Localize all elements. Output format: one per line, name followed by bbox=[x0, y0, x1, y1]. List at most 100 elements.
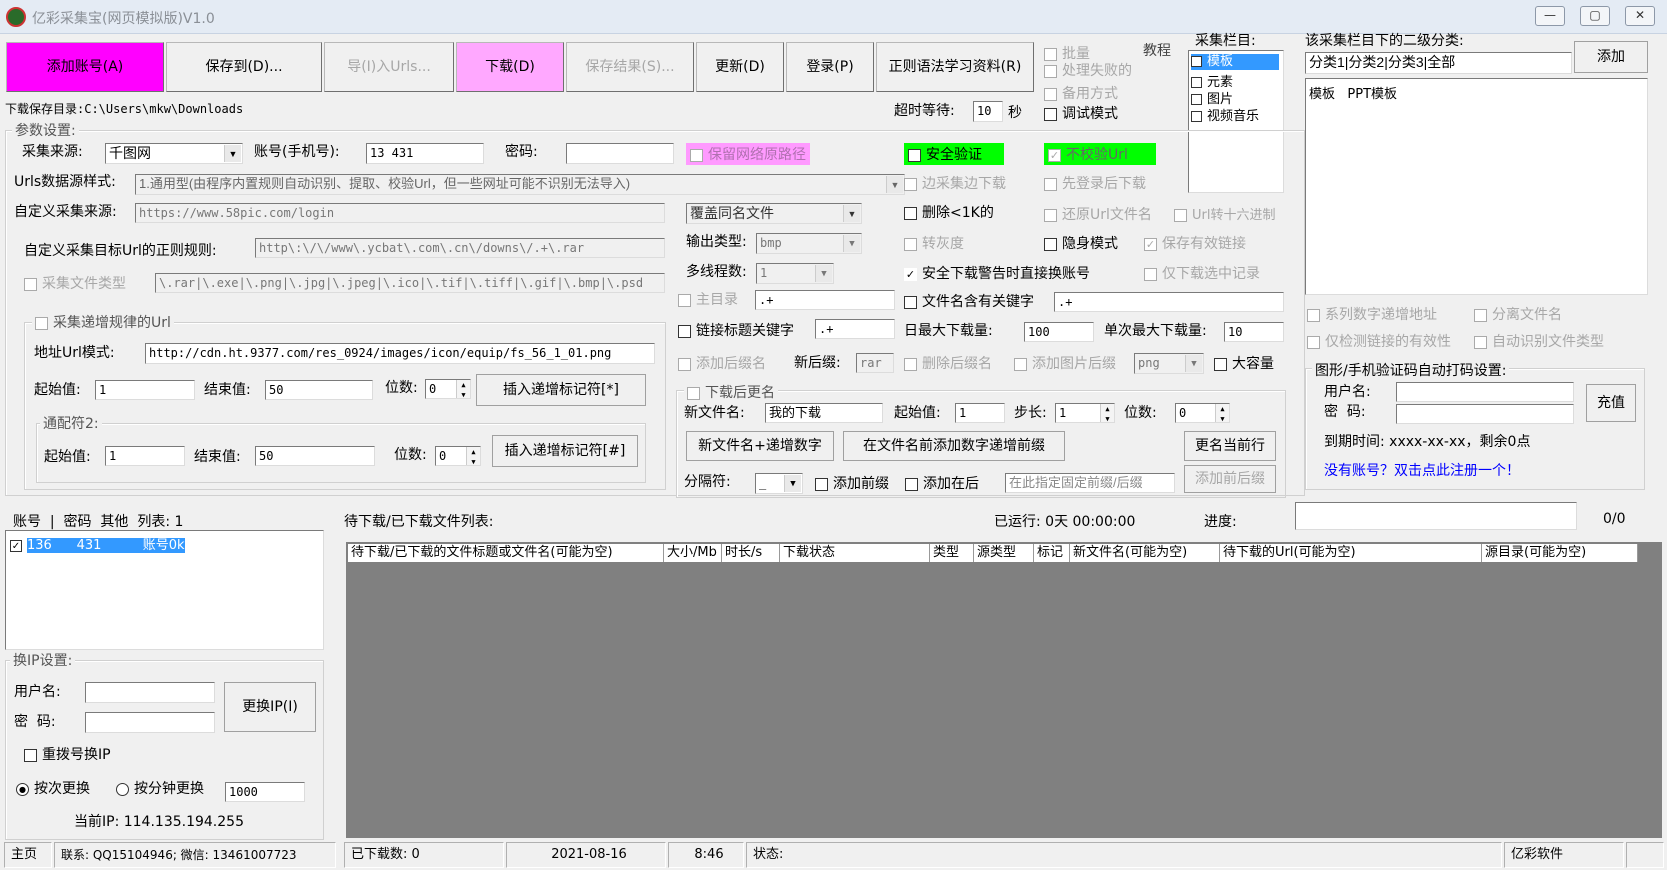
minimize-button[interactable]: — bbox=[1535, 6, 1565, 26]
resize-grip[interactable] bbox=[1626, 842, 1664, 868]
login-button[interactable]: 登录(P) bbox=[786, 42, 874, 92]
keep-path-option[interactable]: 保留网络原路径 bbox=[686, 143, 810, 165]
account-input[interactable]: 13 431 bbox=[366, 143, 484, 164]
file-grid[interactable]: 待下载/已下载的文件标题或文件名(可能为空) 大小/Mb 时长/s 下载状态 类… bbox=[346, 542, 1662, 838]
file-type-input[interactable]: \.rar|\.exe|\.png|\.jpg|\.jpeg|\.ico|\.t… bbox=[155, 273, 665, 293]
stealth-option[interactable]: 隐身模式 bbox=[1044, 233, 1118, 253]
check-icon[interactable]: ✓ bbox=[10, 539, 22, 552]
import-urls-button[interactable]: 导(I)入Urls... bbox=[324, 42, 454, 92]
rename-digits-stepper[interactable]: 0 ▲ ▼ bbox=[1175, 403, 1230, 423]
end2-input[interactable]: 50 bbox=[255, 446, 375, 466]
custom-source-input[interactable]: https://www.58pic.com/login bbox=[135, 203, 665, 223]
col-source-dir[interactable]: 源目录(可能为空) bbox=[1482, 544, 1638, 562]
regex-docs-button[interactable]: 正则语法学习资料(R) bbox=[876, 42, 1034, 92]
separator-select[interactable]: _ ▼ bbox=[755, 473, 803, 494]
tutorial-link[interactable]: 教程 bbox=[1143, 40, 1171, 60]
subcategory-add-button[interactable]: 添加 bbox=[1574, 41, 1648, 73]
save-result-button[interactable]: 保存结果(S)... bbox=[566, 42, 694, 92]
col-duration[interactable]: 时长/s bbox=[722, 544, 780, 562]
source-select[interactable]: 千图网 ▼ bbox=[105, 143, 243, 164]
category-item-template[interactable]: ✓ 模板 bbox=[1191, 54, 1279, 70]
col-source-type[interactable]: 源类型 bbox=[974, 544, 1034, 562]
threads-select[interactable]: 1 ▼ bbox=[756, 263, 834, 284]
col-type[interactable]: 类型 bbox=[930, 544, 974, 562]
add-prefix-option[interactable]: 添加前缀 bbox=[815, 473, 889, 493]
step-stepper[interactable]: 1 ▲ ▼ bbox=[1055, 403, 1115, 423]
debug-mode-option[interactable]: 调试模式 bbox=[1044, 103, 1118, 123]
redial-option[interactable]: 重拨号换IP bbox=[24, 744, 111, 764]
rename-group-label[interactable]: 下载后更名 bbox=[684, 382, 778, 402]
increment-group-label[interactable]: 采集递增规律的Url bbox=[32, 312, 174, 332]
custom-regex-input[interactable]: http\:\/\/www\.ycbat\.com\.cn\/downs\/.+… bbox=[255, 238, 665, 258]
url-style-select[interactable]: 1.通用型(由程序内置规则自动识别、提取、校验Url，但一些网址可能不识别无法导… bbox=[135, 174, 905, 195]
url-pattern-input[interactable]: http://cdn.ht.9377.com/res_0924/images/i… bbox=[145, 343, 655, 364]
fixed-affix-input[interactable]: 在此指定固定前缀/后缀 bbox=[1005, 473, 1175, 493]
rename-start-input[interactable]: 1 bbox=[955, 403, 1005, 423]
name-incr-button[interactable]: 新文件名+递增数字 bbox=[686, 431, 834, 461]
update-button[interactable]: 更新(D) bbox=[696, 42, 784, 92]
start-input[interactable]: 1 bbox=[95, 380, 195, 400]
insert-marker-button[interactable]: 插入递增标记符[*] bbox=[476, 374, 646, 406]
link-title-kw-option[interactable]: 链接标题关键字 bbox=[678, 320, 794, 340]
accounts-list[interactable]: ✓ 136 431 账号0k bbox=[5, 530, 324, 650]
collect-download-option[interactable]: 边采集边下载 bbox=[904, 173, 1006, 193]
subcategory-list[interactable]: 模板 PPT模板 bbox=[1305, 78, 1648, 295]
save-to-button[interactable]: 保存到(D)... bbox=[166, 42, 322, 92]
by-count-option[interactable]: ● 按次更换 bbox=[16, 778, 90, 798]
col-mark[interactable]: 标记 bbox=[1034, 544, 1070, 562]
safe-verify-checkbox[interactable] bbox=[908, 148, 921, 162]
main-dir-input[interactable]: .+ bbox=[755, 290, 895, 310]
stepper-arrows-icon[interactable]: ▲ ▼ bbox=[1100, 404, 1114, 422]
proxy-user-input[interactable] bbox=[85, 682, 215, 703]
img-suffix-select[interactable]: png ▼ bbox=[1134, 353, 1204, 374]
register-link[interactable]: 没有账号？双击点此注册一个！ bbox=[1324, 460, 1520, 480]
add-img-suffix-option[interactable]: 添加图片后缀 bbox=[1014, 353, 1116, 373]
add-suffix-option[interactable]: 添加后缀名 bbox=[678, 353, 766, 373]
col-url[interactable]: 待下载的Url(可能为空) bbox=[1220, 544, 1482, 562]
insert-marker2-button[interactable]: 插入递增标记符[#] bbox=[492, 435, 638, 467]
captcha-pass-input[interactable] bbox=[1396, 404, 1574, 424]
check-icon[interactable]: ✓ bbox=[1048, 148, 1061, 162]
category-item-video[interactable]: 视频音乐 bbox=[1191, 105, 1259, 124]
name-has-kw-option[interactable]: 文件名含有关键字 bbox=[904, 291, 1034, 311]
backup-mode-checkbox[interactable] bbox=[1044, 87, 1057, 101]
timeout-input[interactable]: 10 bbox=[973, 101, 1003, 122]
split-name-option[interactable]: 分离文件名 bbox=[1474, 304, 1562, 324]
minute-input[interactable]: 1000 bbox=[225, 782, 305, 802]
new-suffix-input[interactable]: rar bbox=[856, 353, 894, 373]
by-minute-option[interactable]: 按分钟更换 bbox=[116, 778, 204, 798]
url-hex-option[interactable]: Url转十六进制 bbox=[1174, 204, 1275, 223]
restore-url-name-option[interactable]: 还原Url文件名 bbox=[1044, 204, 1152, 224]
add-account-button[interactable]: 添加账号(A) bbox=[6, 42, 164, 92]
col-title[interactable]: 待下载/已下载的文件标题或文件名(可能为空) bbox=[348, 544, 664, 562]
stepper-arrows-icon[interactable]: ▲ ▼ bbox=[466, 447, 480, 465]
end-input[interactable]: 50 bbox=[265, 380, 373, 400]
check-icon[interactable]: ✓ bbox=[904, 267, 917, 281]
digits2-stepper[interactable]: 0 ▲ ▼ bbox=[435, 446, 481, 466]
safe-switch-option[interactable]: ✓ 安全下载警告时直接换账号 bbox=[904, 263, 1090, 283]
debug-mode-checkbox[interactable] bbox=[1044, 107, 1057, 121]
check-links-option[interactable]: 仅检测链接的有效性 bbox=[1307, 331, 1451, 351]
stepper-arrows-icon[interactable]: ▲ ▼ bbox=[1215, 404, 1229, 422]
backup-mode-option[interactable]: 备用方式 bbox=[1044, 83, 1118, 103]
series-addr-option[interactable]: 系列数字递增地址 bbox=[1307, 304, 1437, 324]
col-size[interactable]: 大小/Mb bbox=[664, 544, 722, 562]
only-selected-option[interactable]: 仅下载选中记录 bbox=[1144, 263, 1260, 283]
auto-type-option[interactable]: 自动识别文件类型 bbox=[1474, 331, 1604, 351]
file-type-option[interactable]: 采集文件类型 bbox=[24, 273, 126, 293]
digits-stepper[interactable]: 0 ▲ ▼ bbox=[425, 379, 471, 399]
no-verify-url-option[interactable]: ✓ 不校验Url bbox=[1044, 143, 1156, 165]
daily-max-input[interactable]: 100 bbox=[1024, 322, 1094, 342]
change-ip-button[interactable]: 更换IP(I) bbox=[224, 682, 316, 732]
new-name-input[interactable]: 我的下载 bbox=[765, 403, 883, 423]
retry-failed-checkbox[interactable] bbox=[1044, 64, 1057, 78]
delete-small-option[interactable]: 删除<1K的 bbox=[904, 202, 994, 222]
large-capacity-option[interactable]: 大容量 bbox=[1214, 353, 1274, 373]
stepper-arrows-icon[interactable]: ▲ ▼ bbox=[456, 380, 470, 398]
captcha-user-input[interactable] bbox=[1396, 382, 1574, 402]
output-type-select[interactable]: bmp ▼ bbox=[756, 233, 862, 254]
list-item[interactable]: ✓ 136 431 账号0k bbox=[10, 534, 185, 553]
close-button[interactable]: ✕ bbox=[1625, 6, 1655, 26]
safe-verify-option[interactable]: 安全验证 bbox=[904, 143, 1004, 165]
subcategory-input[interactable]: 分类1|分类2|分类3|全部 bbox=[1305, 52, 1572, 74]
